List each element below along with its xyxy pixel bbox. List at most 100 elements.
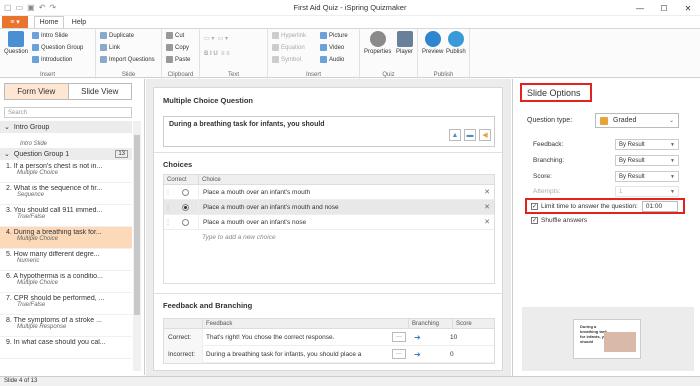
thumbnail-image bbox=[604, 332, 636, 352]
choice-row[interactable]: ⋮ Place a mouth over an infant's mouth ✕ bbox=[164, 184, 494, 200]
delete-icon[interactable]: ✕ bbox=[480, 188, 494, 196]
scrollbar-thumb[interactable] bbox=[134, 135, 140, 315]
time-limit-input[interactable]: 01:00 bbox=[641, 200, 678, 212]
list-item[interactable]: 1. If a person's chest is not in... Multi… bbox=[0, 161, 132, 183]
duplicate-button[interactable]: Duplicate bbox=[100, 32, 134, 39]
picture-button[interactable]: Picture bbox=[320, 32, 348, 39]
gear-icon bbox=[369, 31, 386, 47]
publish-button[interactable]: Publish bbox=[446, 31, 466, 55]
window-title: First Aid Quiz - iSpring Quizmaker bbox=[293, 3, 407, 12]
audio-icon[interactable]: ◀ bbox=[479, 129, 491, 141]
slide-thumbnail[interactable]: During a breathing task for infants, you… bbox=[573, 319, 641, 359]
intro-slide-item[interactable]: Intro Slide bbox=[0, 134, 132, 148]
video-button[interactable]: Video bbox=[320, 44, 344, 51]
attempts-select[interactable]: 1 ▼ bbox=[615, 186, 679, 197]
slide-view-button[interactable]: Slide View bbox=[69, 84, 132, 99]
close-icon[interactable]: ✕ bbox=[676, 0, 700, 16]
question-group-header[interactable]: ⌄ Question Group 1 13 bbox=[0, 148, 132, 160]
publish-group: Preview Publish Publish bbox=[418, 29, 470, 79]
list-item-selected[interactable]: 4. During a breathing task for... Multipl… bbox=[0, 227, 132, 249]
intro-group-header[interactable]: ⌄ Intro Group bbox=[0, 121, 132, 133]
list-item[interactable]: 3. You should call 911 immed... True/Fals… bbox=[0, 205, 132, 227]
list-item[interactable]: 2. What is the sequence of fir... Sequenc… bbox=[0, 183, 132, 205]
question-type-select[interactable]: Graded ⌄ bbox=[595, 113, 679, 128]
image-icon[interactable]: ▲ bbox=[449, 129, 461, 141]
list-item[interactable]: 9. In what case should you cal... bbox=[0, 337, 132, 359]
feedback-header: Feedback Branching Score bbox=[164, 319, 494, 329]
chevron-down-icon: ⌄ bbox=[4, 151, 10, 158]
drag-handle-icon[interactable]: ⋮ bbox=[164, 189, 172, 196]
graded-icon bbox=[600, 116, 608, 125]
question-button[interactable]: Question bbox=[4, 31, 28, 55]
feedback-label: Feedback: bbox=[533, 141, 564, 148]
choice-row[interactable]: ⋮ Place a mouth over an infant's nose ✕ bbox=[164, 214, 494, 230]
score-select[interactable]: By Result ▼ bbox=[615, 171, 679, 182]
scrollbar[interactable] bbox=[133, 121, 141, 371]
question-card: Multiple Choice Question During a breath… bbox=[153, 87, 503, 371]
slide-list-pane: Form View Slide View Search ⌄ Intro Grou… bbox=[0, 79, 145, 375]
list-item[interactable]: 5. How many different degre... Numeric bbox=[0, 249, 132, 271]
equation-button[interactable]: Equation bbox=[272, 44, 305, 51]
delete-icon[interactable]: ✕ bbox=[480, 218, 494, 226]
link-button[interactable]: Link bbox=[100, 44, 120, 51]
add-choice-input[interactable]: Type to add a new choice bbox=[164, 230, 494, 245]
file-menu-button[interactable]: ≡ ▾ bbox=[2, 16, 28, 28]
question-text-field[interactable]: During a breathing task for infants, you… bbox=[163, 116, 495, 147]
list-item[interactable]: 8. The symptoms of a stroke ... Multiple … bbox=[0, 315, 132, 337]
more-button[interactable]: ··· bbox=[392, 349, 406, 359]
copy-button[interactable]: Copy bbox=[166, 44, 189, 51]
duplicate-icon bbox=[100, 32, 107, 39]
paste-icon bbox=[166, 56, 173, 63]
delete-icon[interactable]: ✕ bbox=[480, 203, 494, 211]
branching-select[interactable]: By Result ▼ bbox=[615, 155, 679, 166]
player-button[interactable]: Player bbox=[396, 31, 413, 55]
correct-radio[interactable] bbox=[172, 203, 198, 211]
cut-button[interactable]: Cut bbox=[166, 32, 184, 39]
tab-help[interactable]: Help bbox=[66, 16, 92, 28]
correct-feedback-row: Correct: That's right! You chose the cor… bbox=[164, 328, 494, 346]
paste-button[interactable]: Paste bbox=[166, 56, 190, 63]
hyperlink-button[interactable]: Hyperlink bbox=[272, 32, 306, 39]
shuffle-checkbox[interactable]: ✓ bbox=[531, 217, 538, 224]
branching-arrow-icon[interactable]: ➔ bbox=[406, 350, 446, 359]
slide-group-label: Slide bbox=[121, 72, 136, 78]
drag-handle-icon[interactable]: ⋮ bbox=[164, 204, 172, 211]
font-controls[interactable]: ▭ ▾ ▭ ▾ bbox=[204, 35, 228, 42]
format-controls[interactable]: B I U ≡ ≡ bbox=[204, 51, 230, 57]
list-item[interactable]: 7. CPR should be performed, ... True/Fals… bbox=[0, 293, 132, 315]
limit-time-checkbox[interactable]: ✓ bbox=[531, 202, 538, 210]
video-icon[interactable]: ▬ bbox=[464, 129, 476, 141]
correct-radio[interactable] bbox=[172, 218, 198, 226]
form-view-button[interactable]: Form View bbox=[5, 84, 69, 99]
incorrect-score-field[interactable]: 0 bbox=[446, 351, 486, 358]
symbol-button[interactable]: Symbol bbox=[272, 56, 301, 63]
maximize-icon[interactable]: ☐ bbox=[652, 0, 676, 16]
preview-button[interactable]: Preview bbox=[422, 31, 443, 55]
player-icon bbox=[396, 31, 413, 47]
import-questions-button[interactable]: Import Questions bbox=[100, 56, 155, 63]
more-button[interactable]: ··· bbox=[392, 332, 406, 342]
question-type-label: Question type: bbox=[527, 117, 573, 124]
tab-home[interactable]: Home bbox=[34, 16, 64, 28]
limit-time-option: ✓ Limit time to answer the question: 01:… bbox=[525, 198, 685, 214]
search-input[interactable]: Search bbox=[4, 107, 132, 118]
drag-handle-icon[interactable]: ⋮ bbox=[164, 219, 172, 226]
insert-media-group: Hyperlink Equation Symbol Picture Video … bbox=[268, 29, 360, 79]
incorrect-feedback-row: Incorrect: During a breathing task for i… bbox=[164, 345, 494, 363]
link-icon bbox=[100, 44, 107, 51]
audio-button[interactable]: Audio bbox=[320, 56, 344, 63]
branching-arrow-icon[interactable]: ➔ bbox=[406, 333, 446, 342]
correct-score-field[interactable]: 10 bbox=[446, 334, 486, 341]
properties-button[interactable]: Properties bbox=[364, 31, 391, 55]
intro-slide-button[interactable]: Intro Slide bbox=[32, 32, 68, 39]
introduction-icon bbox=[32, 56, 39, 63]
list-item[interactable]: 6. A hypothermia is a conditio... Multipl… bbox=[0, 271, 132, 293]
incorrect-feedback-field[interactable]: During a breathing task for infants, you… bbox=[202, 345, 390, 363]
minimize-icon[interactable]: — bbox=[628, 0, 652, 16]
correct-feedback-field[interactable]: That's right! You chose the correct resp… bbox=[202, 328, 390, 346]
correct-radio[interactable] bbox=[172, 188, 198, 196]
feedback-select[interactable]: By Result ▼ bbox=[615, 139, 679, 150]
introduction-button[interactable]: Introduction bbox=[32, 56, 72, 63]
choice-row[interactable]: ⋮ Place a mouth over an infant's mouth a… bbox=[164, 199, 494, 215]
question-group-button[interactable]: Question Group bbox=[32, 44, 83, 51]
